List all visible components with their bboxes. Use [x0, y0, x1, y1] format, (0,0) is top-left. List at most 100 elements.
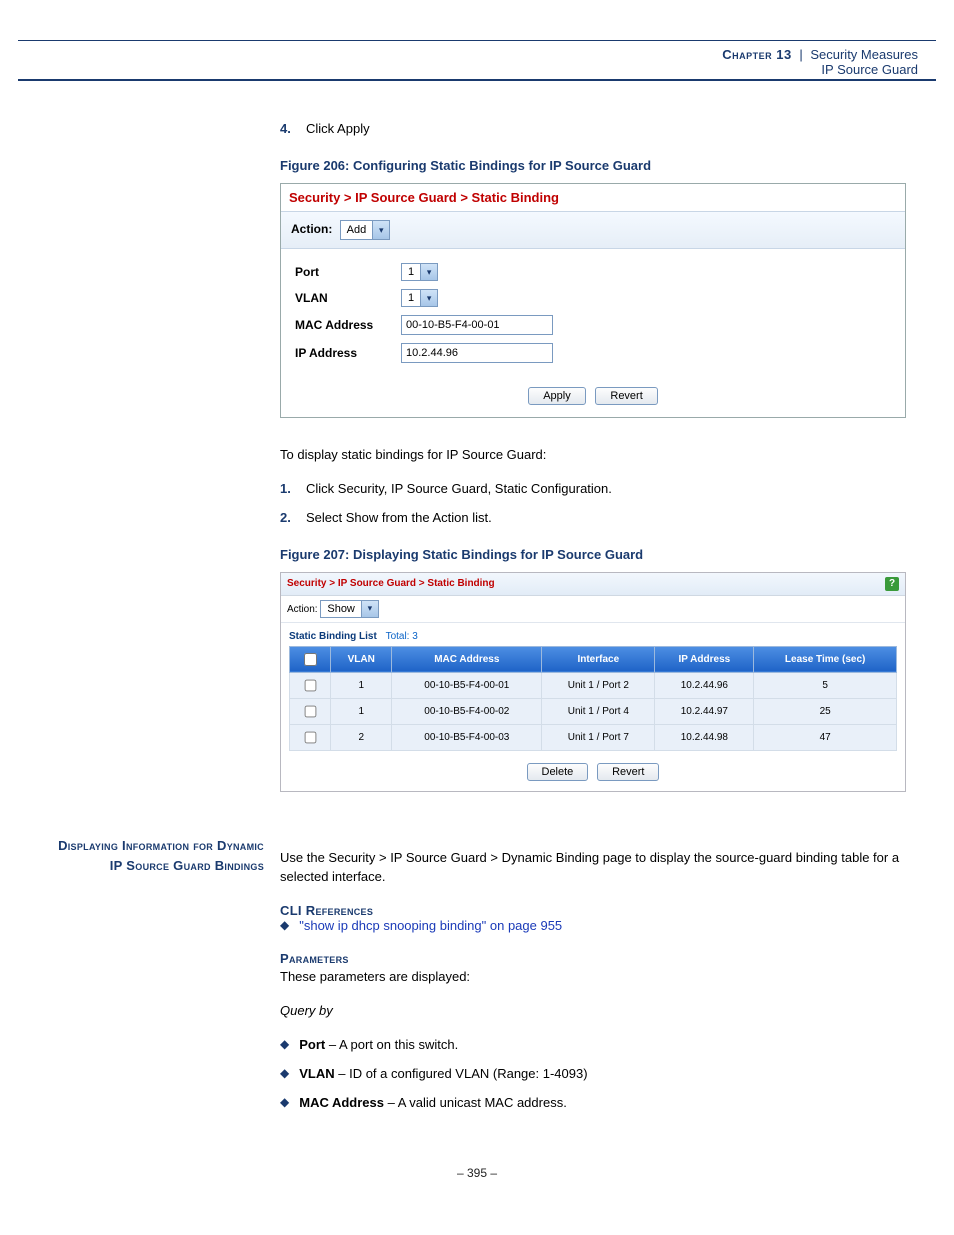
port-value: 1: [402, 266, 420, 278]
parameter-text: VLAN – ID of a configured VLAN (Range: 1…: [299, 1066, 587, 1081]
diamond-bullet-icon: ◆: [280, 1095, 299, 1110]
step-2: 2. Select Show from the Action list.: [280, 510, 906, 525]
revert-button[interactable]: Revert: [595, 387, 657, 405]
section-dynamic-bindings: Displaying Information for Dynamic IP So…: [48, 836, 906, 1124]
figure-207-caption: Figure 207: Displaying Static Bindings f…: [280, 547, 906, 562]
action-value: Show: [321, 603, 361, 615]
cell-lease: 5: [754, 672, 897, 698]
cell-vlan: 1: [331, 672, 392, 698]
action-label: Action:: [287, 604, 318, 615]
step-number: 4.: [280, 121, 306, 136]
figure-206-caption: Figure 206: Configuring Static Bindings …: [280, 158, 906, 173]
binding-table: VLAN MAC Address Interface IP Address Le…: [289, 646, 897, 751]
diamond-bullet-icon: ◆: [280, 1037, 299, 1052]
header-rule-bottom: [18, 79, 936, 81]
row-checkbox[interactable]: [305, 731, 317, 743]
col-mac: MAC Address: [392, 646, 542, 672]
help-icon[interactable]: ?: [885, 577, 899, 591]
panel2-topbar: Security > IP Source Guard > Static Bind…: [281, 573, 905, 596]
select-all-checkbox[interactable]: [304, 653, 317, 666]
header-separator: |: [795, 47, 806, 62]
diamond-bullet-icon: ◆: [280, 918, 299, 933]
step-1: 1. Click Security, IP Source Guard, Stat…: [280, 481, 906, 496]
table-row: 100-10-B5-F4-00-01Unit 1 / Port 210.2.44…: [290, 672, 897, 698]
dropdown-icon[interactable]: ▾: [420, 264, 437, 280]
revert-button[interactable]: Revert: [597, 763, 659, 781]
ip-label: IP Address: [295, 346, 401, 360]
section-intro: Use the Security > IP Source Guard > Dyn…: [280, 849, 906, 887]
page-number: – 395 –: [48, 1166, 906, 1180]
cell-ip: 10.2.44.97: [655, 698, 754, 724]
list-total: Total: 3: [380, 631, 418, 642]
binding-list: Static Binding List Total: 3 VLAN MAC Ad…: [281, 623, 905, 755]
page-header: Chapter 13 | Security Measures IP Source…: [0, 41, 954, 77]
list-title: Static Binding List: [289, 631, 377, 642]
display-intro: To display static bindings for IP Source…: [280, 446, 906, 465]
apply-button[interactable]: Apply: [528, 387, 586, 405]
diamond-bullet-icon: ◆: [280, 1066, 299, 1081]
parameter-text: MAC Address – A valid unicast MAC addres…: [299, 1095, 567, 1110]
cell-mac: 00-10-B5-F4-00-01: [392, 672, 542, 698]
col-checkbox: [290, 646, 331, 672]
parameter-item: ◆MAC Address – A valid unicast MAC addre…: [280, 1095, 906, 1110]
figure-207-panel: Security > IP Source Guard > Static Bind…: [280, 572, 906, 792]
cli-link[interactable]: "show ip dhcp snooping binding" on page …: [299, 918, 562, 933]
cell-interface: Unit 1 / Port 2: [542, 672, 655, 698]
row-checkbox[interactable]: [305, 705, 317, 717]
parameter-item: ◆Port – A port on this switch.: [280, 1037, 906, 1052]
cell-interface: Unit 1 / Port 4: [542, 698, 655, 724]
cell-vlan: 2: [331, 724, 392, 750]
table-row: 100-10-B5-F4-00-02Unit 1 / Port 410.2.44…: [290, 698, 897, 724]
col-vlan: VLAN: [331, 646, 392, 672]
query-by-label: Query by: [280, 1002, 906, 1021]
vlan-label: VLAN: [295, 291, 401, 305]
parameters-heading: Parameters: [280, 951, 906, 966]
dropdown-icon[interactable]: ▾: [420, 290, 437, 306]
chapter-label: Chapter 13: [722, 47, 791, 62]
parameters-intro: These parameters are displayed:: [280, 968, 906, 987]
dropdown-icon[interactable]: ▾: [361, 601, 378, 617]
config-form: Port 1 ▾ VLAN 1 ▾ MAC Ad: [281, 249, 905, 377]
port-select[interactable]: 1 ▾: [401, 263, 438, 281]
action-bar: Action: Add ▾: [281, 212, 905, 249]
vlan-select[interactable]: 1 ▾: [401, 289, 438, 307]
panel-breadcrumb: Security > IP Source Guard > Static Bind…: [281, 184, 905, 212]
action-label: Action:: [291, 222, 332, 236]
table-header-row: VLAN MAC Address Interface IP Address Le…: [290, 646, 897, 672]
action-select[interactable]: Add ▾: [340, 220, 391, 240]
page: Chapter 13 | Security Measures IP Source…: [0, 40, 954, 1220]
parameter-item: ◆VLAN – ID of a configured VLAN (Range: …: [280, 1066, 906, 1081]
port-label: Port: [295, 265, 401, 279]
step-text: Click Apply: [306, 121, 370, 136]
cell-mac: 00-10-B5-F4-00-02: [392, 698, 542, 724]
cell-lease: 47: [754, 724, 897, 750]
ip-input[interactable]: [401, 343, 553, 363]
action-select-show[interactable]: Show ▾: [320, 600, 379, 618]
cell-lease: 25: [754, 698, 897, 724]
cell-vlan: 1: [331, 698, 392, 724]
header-subtitle: IP Source Guard: [821, 62, 918, 77]
cli-references-heading: CLI References: [280, 903, 906, 918]
row-checkbox[interactable]: [305, 679, 317, 691]
table-row: 200-10-B5-F4-00-03Unit 1 / Port 710.2.44…: [290, 724, 897, 750]
step-4: 4. Click Apply: [280, 121, 906, 136]
panel2-action-bar: Action: Show ▾: [281, 596, 905, 623]
delete-button[interactable]: Delete: [527, 763, 589, 781]
cell-interface: Unit 1 / Port 7: [542, 724, 655, 750]
panel2-button-row: Delete Revert: [281, 755, 905, 791]
dropdown-icon[interactable]: ▾: [372, 221, 389, 239]
mac-label: MAC Address: [295, 318, 401, 332]
panel2-breadcrumb: Security > IP Source Guard > Static Bind…: [287, 578, 495, 589]
cli-reference-item: ◆ "show ip dhcp snooping binding" on pag…: [280, 918, 906, 933]
content-area: 4. Click Apply Figure 206: Configuring S…: [48, 121, 906, 1180]
side-heading: Displaying Information for Dynamic IP So…: [48, 836, 272, 876]
step-number: 1.: [280, 481, 306, 496]
col-lease: Lease Time (sec): [754, 646, 897, 672]
panel-button-row: Apply Revert: [281, 377, 905, 417]
parameter-text: Port – A port on this switch.: [299, 1037, 458, 1052]
step-text: Select Show from the Action list.: [306, 510, 492, 525]
mac-input[interactable]: [401, 315, 553, 335]
cell-mac: 00-10-B5-F4-00-03: [392, 724, 542, 750]
figure-206-panel: Security > IP Source Guard > Static Bind…: [280, 183, 906, 418]
action-value: Add: [341, 224, 373, 236]
